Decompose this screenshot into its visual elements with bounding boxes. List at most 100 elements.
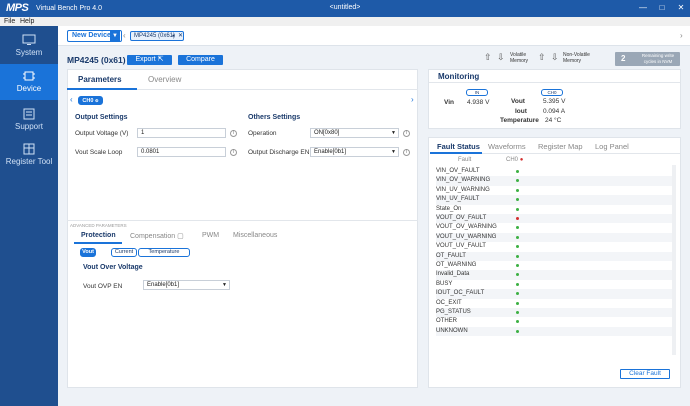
fault-table: VIN_OV_FAULT VIN_OV_WARNING VIN_UV_WARNING… bbox=[430, 167, 676, 342]
tab-fault-status[interactable]: Fault Status bbox=[437, 142, 480, 151]
tab-waveforms[interactable]: Waveforms bbox=[488, 142, 526, 151]
tabs-right-chevron-icon[interactable]: › bbox=[680, 31, 683, 40]
fault-column-header: Fault bbox=[458, 157, 472, 163]
nvm-upload-icon[interactable]: ⇧ bbox=[538, 52, 546, 63]
menu-bar: File Help bbox=[0, 17, 690, 26]
device-tab-label: MP4245 (0x61) bbox=[134, 33, 176, 39]
nvm-count: 2 bbox=[621, 54, 626, 63]
chip-icon bbox=[23, 71, 35, 81]
channel-label: CH0 bbox=[82, 98, 94, 104]
vout-ovp-en-value: Enable[0b1] bbox=[147, 282, 180, 288]
output-discharge-value: Enable[0b1] bbox=[314, 149, 347, 155]
ch0-column-label: CH0 bbox=[506, 157, 519, 163]
tab-pwm[interactable]: PWM bbox=[202, 232, 219, 239]
ok-status-icon bbox=[516, 254, 519, 258]
close-window-button[interactable]: ✕ bbox=[674, 2, 688, 14]
sidebar-label: Register Tool bbox=[5, 157, 53, 166]
output-voltage-input[interactable]: 1 bbox=[137, 128, 226, 138]
fault-status-icon bbox=[516, 217, 519, 220]
minimize-button[interactable]: — bbox=[636, 2, 650, 14]
tabs-left-chevron-icon[interactable]: ‹ bbox=[123, 31, 126, 40]
output-discharge-select[interactable]: Enable[0b1] ▼ bbox=[310, 147, 399, 157]
volatile-memory-label: Volatile Memory bbox=[510, 52, 529, 64]
fault-row: VOUT_UV_WARNING bbox=[436, 232, 676, 243]
info-icon[interactable]: i bbox=[230, 149, 237, 156]
channel-right-chevron-icon[interactable]: › bbox=[411, 95, 414, 104]
sidebar-item-device[interactable]: Device bbox=[0, 64, 58, 100]
channel-left-chevron-icon[interactable]: ‹ bbox=[70, 95, 73, 104]
fault-row: IOUT_OC_FAULT bbox=[436, 289, 676, 299]
fault-name: OTHER bbox=[436, 318, 457, 325]
fault-row: State_On bbox=[436, 205, 676, 214]
ok-status-icon bbox=[516, 198, 519, 202]
device-tab[interactable]: MP4245 (0x61) ● ✕ bbox=[130, 31, 184, 41]
maximize-button[interactable]: □ bbox=[655, 2, 669, 14]
vout-ovp-en-label: Vout OVP EN bbox=[83, 283, 123, 290]
channel-selector[interactable]: CH0 ⚙ bbox=[78, 96, 103, 105]
tab-compensation[interactable]: Compensation ▢ bbox=[130, 232, 184, 240]
output-discharge-label: Output Discharge EN bbox=[248, 149, 310, 156]
tab-divider bbox=[137, 89, 418, 90]
fault-row: VIN_UV_WARNING bbox=[436, 186, 676, 195]
ok-status-icon bbox=[516, 301, 519, 305]
iout-value: 0.094 A bbox=[543, 108, 566, 115]
fault-name: VIN_OV_WARNING bbox=[436, 177, 491, 184]
new-device-dropdown[interactable]: ▼ bbox=[110, 30, 120, 42]
export-button[interactable]: Export ⇱ bbox=[127, 55, 172, 65]
nvm-download-icon[interactable]: ⇩ bbox=[551, 52, 559, 63]
tab-parameters[interactable]: Parameters bbox=[78, 75, 122, 84]
info-icon[interactable]: i bbox=[403, 149, 410, 156]
fault-row: Invalid_Data bbox=[436, 270, 676, 280]
ch0-badge: CH0 bbox=[541, 89, 563, 96]
nonvolatile-memory-label: Non-Volatile Memory bbox=[563, 52, 590, 64]
ok-status-icon bbox=[516, 282, 519, 286]
fault-row: OT_FAULT bbox=[436, 251, 676, 261]
chevron-down-icon: ▼ bbox=[391, 149, 396, 155]
fault-name: UNKNOWN bbox=[436, 327, 468, 334]
tab-register-map[interactable]: Register Map bbox=[538, 142, 583, 151]
operation-select[interactable]: ON[0x80] ▼ bbox=[310, 128, 399, 138]
fault-name: VOUT_UV_WARNING bbox=[436, 233, 497, 240]
pill-current[interactable]: Current bbox=[111, 248, 137, 257]
ok-status-icon bbox=[516, 226, 519, 230]
ch0-column-header: CH0 ● bbox=[506, 157, 523, 163]
info-icon[interactable]: i bbox=[230, 130, 237, 137]
chevron-down-icon: ▼ bbox=[391, 130, 396, 136]
chevron-down-icon: ▼ bbox=[112, 33, 118, 39]
clear-fault-button[interactable]: Clear Fault bbox=[620, 369, 670, 379]
sidebar: System Device Support Register Tool bbox=[0, 26, 58, 406]
vout-scale-loop-input[interactable]: 0.0801 bbox=[137, 147, 226, 157]
sidebar-label: System bbox=[15, 48, 43, 57]
upload-icon[interactable]: ⇧ bbox=[484, 52, 492, 63]
pill-vout[interactable]: Vout bbox=[80, 248, 96, 257]
ok-status-icon bbox=[516, 320, 519, 324]
pill-temperature[interactable]: Temperature bbox=[138, 248, 190, 257]
operation-label: Operation bbox=[248, 130, 277, 137]
menu-help[interactable]: Help bbox=[20, 17, 34, 26]
menu-file[interactable]: File bbox=[4, 17, 15, 26]
fault-scrollbar[interactable] bbox=[672, 165, 676, 355]
temperature-value: 24 °C bbox=[545, 117, 562, 124]
info-icon[interactable]: i bbox=[403, 130, 410, 137]
sidebar-item-support[interactable]: Support bbox=[0, 102, 58, 138]
vout-label: Vout bbox=[511, 98, 525, 105]
download-icon[interactable]: ⇩ bbox=[497, 52, 505, 63]
compare-button[interactable]: Compare bbox=[178, 55, 223, 65]
tab-protection[interactable]: Protection bbox=[81, 232, 116, 239]
fault-row: BUSY bbox=[436, 280, 676, 289]
fault-name: Invalid_Data bbox=[436, 271, 470, 278]
chevron-down-icon: ▼ bbox=[222, 282, 227, 288]
ok-status-icon bbox=[516, 311, 519, 314]
close-tab-icon[interactable]: ✕ bbox=[178, 32, 183, 40]
tab-miscellaneous[interactable]: Miscellaneous bbox=[233, 232, 277, 239]
sidebar-item-system[interactable]: System bbox=[0, 28, 58, 64]
fault-row: VIN_UV_FAULT bbox=[436, 195, 676, 205]
fault-tab-divider bbox=[482, 153, 680, 154]
fault-name: PG_STATUS bbox=[436, 309, 471, 315]
ok-status-icon bbox=[516, 245, 519, 249]
tab-overview[interactable]: Overview bbox=[148, 75, 181, 84]
tab-log-panel[interactable]: Log Panel bbox=[595, 142, 629, 151]
vout-value: 5.395 V bbox=[543, 98, 566, 105]
sidebar-item-register-tool[interactable]: Register Tool bbox=[0, 137, 58, 173]
vout-ovp-en-select[interactable]: Enable[0b1] ▼ bbox=[143, 280, 230, 290]
